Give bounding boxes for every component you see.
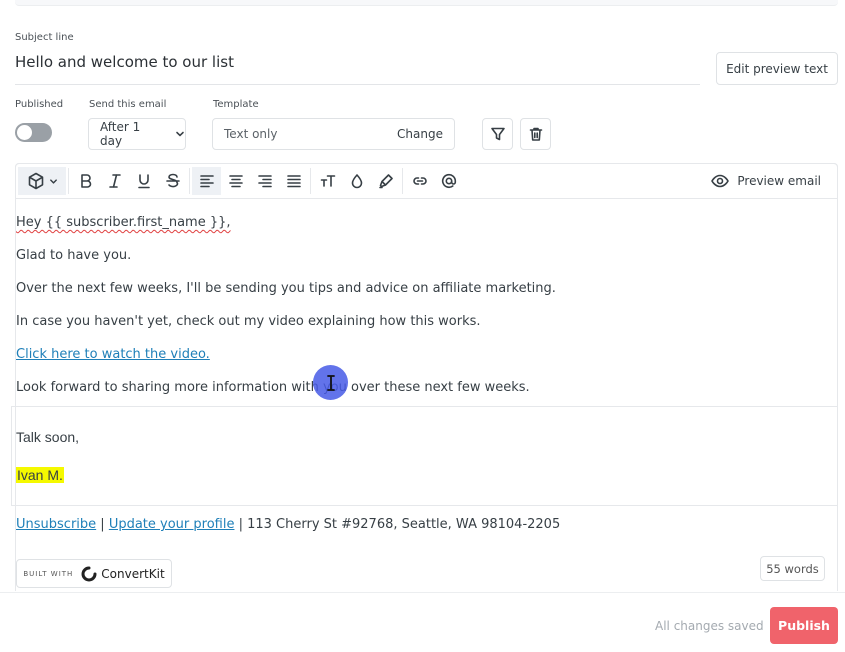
bold-button[interactable] [71,167,100,195]
eye-icon [711,174,730,188]
link-icon [412,177,427,185]
link-button[interactable] [405,167,434,195]
block-menu-button[interactable] [18,167,66,195]
mouse-cursor-icon [313,365,348,400]
strikethrough-button[interactable] [158,167,187,195]
published-label: Published [15,99,64,110]
highlight-icon [378,174,393,189]
mention-icon [441,173,456,189]
underline-button[interactable] [129,167,158,195]
word-count: 55 words [760,556,825,581]
template-value: Text only [224,127,278,141]
separator: | [96,517,109,532]
body-line[interactable]: Over the next few weeks, I'll be sending… [16,281,556,296]
filter-button[interactable] [482,118,513,150]
subject-label: Subject line [15,32,74,43]
change-template-button[interactable]: Change [397,127,443,141]
body-line[interactable]: Glad to have you. [16,248,131,263]
align-center-icon [228,175,243,188]
chevron-down-icon [49,178,57,184]
signature-block[interactable] [11,406,838,506]
save-status: All changes saved [655,619,764,633]
block-icon [28,172,43,190]
align-center-button[interactable] [221,167,250,195]
body-line[interactable]: Look forward to sharing more information… [16,380,530,395]
underline-icon [137,174,150,189]
delete-button[interactable] [520,118,551,150]
text-color-button[interactable] [342,167,371,195]
align-right-icon [257,175,272,188]
greeting-text: Hey {{ subscriber.first_name }}, [16,215,231,230]
send-delay-value: After 1 day [100,120,141,148]
strikethrough-icon [165,173,180,188]
body-line[interactable]: In case you haven't yet, check out my vi… [16,314,481,329]
edit-preview-text-button[interactable]: Edit preview text [716,52,838,85]
template-field: Text only Change [212,118,455,150]
align-justify-button[interactable] [279,167,308,195]
convertkit-logo-icon [81,566,97,581]
convertkit-brand: ConvertKit [101,566,165,581]
text-size-button[interactable] [313,167,342,195]
built-with-convertkit-badge[interactable]: BUILT WITH ConvertKit [16,559,172,588]
align-left-button[interactable] [192,167,221,195]
address: | 113 Cherry St #92768, Seattle, WA 9810… [234,517,561,532]
unsubscribe-link[interactable]: Unsubscribe [16,517,96,532]
align-justify-icon [286,175,301,188]
preview-email-button[interactable]: Preview email [711,173,821,189]
email-footer: Unsubscribe | Update your profile | 113 … [16,517,560,532]
signature-name: Ivan M. [16,467,64,483]
trash-icon [529,127,542,141]
published-toggle[interactable] [15,123,52,142]
text-size-icon [320,175,335,187]
mention-button[interactable] [434,167,463,195]
update-profile-link[interactable]: Update your profile [109,517,235,532]
divider [15,84,700,85]
highlight-button[interactable] [371,167,400,195]
italic-button[interactable] [100,167,129,195]
align-left-icon [199,175,214,188]
publish-button[interactable]: Publish [770,607,838,644]
built-with-text: BUILT WITH [23,569,74,578]
top-panel-edge [15,0,838,6]
template-label: Template [213,99,259,110]
filter-icon [490,127,505,141]
color-icon [351,174,362,189]
bold-icon [80,174,91,188]
preview-email-label: Preview email [737,174,821,188]
signature-closing: Talk soon, [16,429,80,445]
chevron-down-icon [176,131,184,137]
send-delay-select[interactable]: After 1 day [88,118,186,150]
send-label: Send this email [89,99,167,110]
video-link[interactable]: Click here to watch the video. [16,347,210,362]
body-line-greeting[interactable]: Hey {{ subscriber.first_name }}, [16,215,231,230]
align-right-button[interactable] [250,167,279,195]
italic-icon [108,174,121,188]
subject-input[interactable]: Hello and welcome to our list [15,53,234,71]
editor-toolbar: Preview email [15,163,838,199]
